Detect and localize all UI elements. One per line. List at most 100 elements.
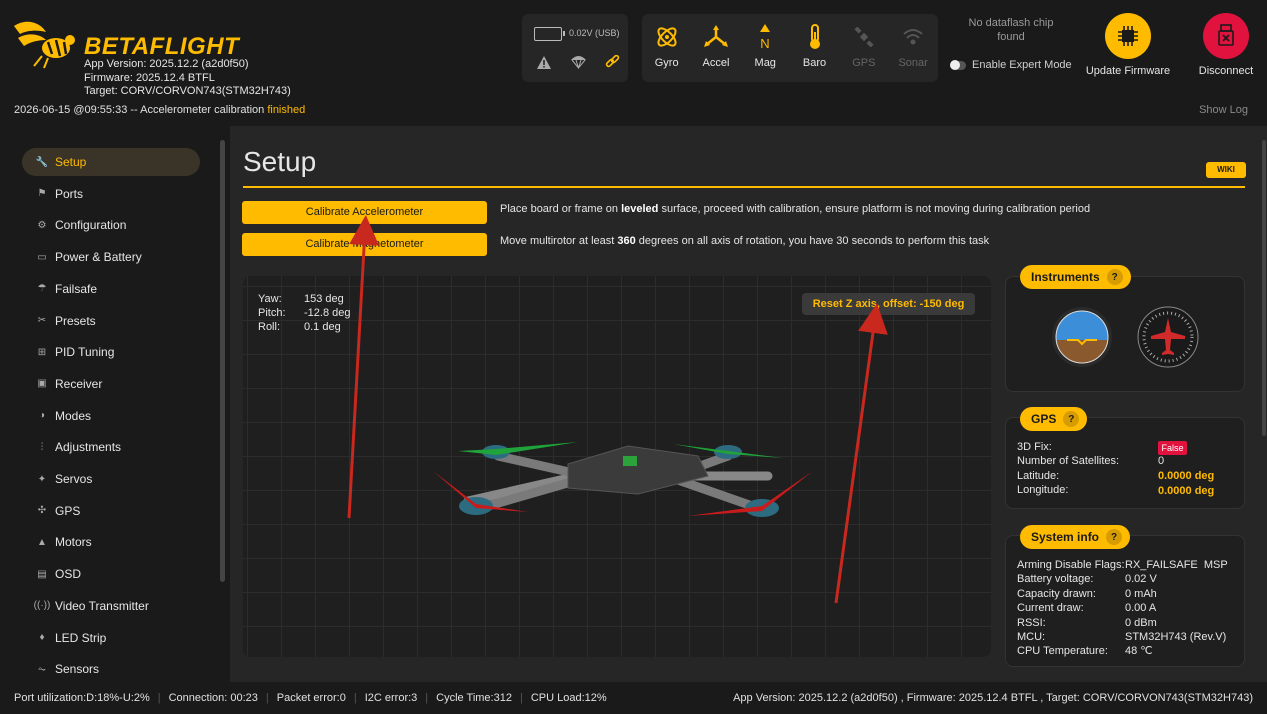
quadcopter-model — [433, 442, 813, 517]
sidebar-item-gps[interactable]: ✣ GPS — [22, 497, 200, 525]
adjustments-icon: ⫶ — [40, 441, 44, 453]
sidebar-item-setup[interactable]: 🔧 Setup — [22, 148, 200, 176]
receiver-icon: ▣ — [37, 378, 47, 390]
port-utilization: Port utilization:D:18%-U:2% — [14, 692, 150, 704]
battery-panel: 0.02V (USB) — [522, 14, 628, 82]
dataflash-status: No dataflash chip found — [968, 17, 1054, 43]
sidebar-item-failsafe[interactable]: ☂ Failsafe — [22, 275, 200, 303]
cycle-time: Cycle Time:312 — [436, 692, 512, 704]
sysinfo-label: MCU: — [1017, 631, 1046, 644]
yaw-value: 153 deg — [304, 293, 344, 305]
vtx-icon: ((·)) — [33, 600, 51, 612]
reset-z-axis-button[interactable]: Reset Z axis, offset: -150 deg — [802, 293, 975, 315]
help-icon[interactable]: ? — [1106, 269, 1123, 285]
sidebar-item-label: LED Strip — [55, 630, 107, 645]
sidebar-item-adjustments[interactable]: ⫶ Adjustments — [22, 433, 200, 461]
update-firmware-label: Update Firmware — [1085, 65, 1171, 77]
wiki-button[interactable]: WIKI — [1206, 162, 1246, 178]
gear-icon: ⚙ — [37, 219, 47, 231]
i2c-error: I2C error:3 — [364, 692, 418, 704]
accel-icon — [691, 24, 740, 50]
gps-longitude-value: 0.0000 deg — [1158, 485, 1215, 497]
sensor-baro: Baro — [790, 14, 839, 82]
roll-row: Roll: 0.1 deg — [258, 321, 341, 333]
sysinfo-value: 48 ℃ — [1125, 645, 1153, 658]
sidebar-item-label: Servos — [55, 472, 93, 486]
sidebar-item-label: PID Tuning — [55, 345, 115, 360]
page-title: Setup — [243, 146, 317, 177]
sidebar-item-label: GPS — [55, 503, 81, 518]
disconnect-label: Disconnect — [1198, 65, 1254, 77]
sidebar-item-pid-tuning[interactable]: ⊞ PID Tuning — [22, 338, 200, 366]
sensor-gyro: Gyro — [642, 14, 691, 82]
mag-icon: N — [741, 24, 790, 50]
accel-calibration-description: Place board or frame on leveled surface,… — [500, 203, 1091, 215]
sidebar-item-presets[interactable]: ✂ Presets — [22, 307, 200, 335]
sensor-sonar-label: Sonar — [898, 57, 928, 69]
sidebar-item-servos[interactable]: ✦ Servos — [22, 465, 200, 493]
presets-icon: ✂ — [37, 315, 47, 326]
sidebar-item-label: Power & Battery — [55, 250, 142, 265]
attitude-indicator — [1052, 307, 1112, 367]
disconnect-button[interactable]: Disconnect — [1192, 13, 1260, 79]
battery-icon — [534, 27, 565, 41]
osd-icon: ▤ — [37, 568, 47, 580]
chip-icon — [1105, 13, 1151, 59]
sysinfo-value: 0 mAh — [1125, 587, 1157, 600]
warning-icon — [536, 54, 552, 70]
sensor-baro-label: Baro — [802, 57, 827, 69]
sidebar-item-label: OSD — [55, 567, 82, 582]
calibrate-magnetometer-button[interactable]: Calibrate Magnetometer — [242, 233, 487, 256]
motor-icon: ▲ — [37, 536, 47, 548]
title-divider — [243, 186, 1245, 188]
heading-indicator — [1137, 306, 1199, 368]
baro-icon — [790, 24, 839, 50]
bee-logo-icon — [14, 21, 75, 69]
sidebar-scrollbar[interactable] — [220, 140, 225, 582]
sidebar-item-ports[interactable]: ⚑ Ports — [22, 180, 200, 208]
content-scrollbar[interactable] — [1262, 140, 1266, 436]
sidebar-item-label: Sensors — [55, 662, 100, 677]
pitch-value: -12.8 deg — [304, 307, 351, 319]
app-version: App Version: 2025.12.2 (a2d0f50) — [84, 58, 249, 70]
sensor-mag: N Mag — [741, 14, 790, 82]
help-icon[interactable]: ? — [1063, 411, 1080, 427]
battery-icon: ▭ — [37, 251, 47, 263]
sidebar-item-label: Configuration — [55, 218, 127, 233]
sidebar-item-osd[interactable]: ▤ OSD — [22, 560, 200, 588]
sidebar-item-receiver[interactable]: ▣ Receiver — [22, 370, 200, 398]
satellite-icon: ✣ — [37, 505, 47, 517]
sidebar-item-label: Setup — [55, 155, 87, 169]
show-log-link[interactable]: Show Log — [1199, 104, 1248, 116]
sidebar-item-video-transmitter[interactable]: ((·)) Video Transmitter — [22, 592, 200, 620]
betaflight-wordmark: BETAFLIGHT — [84, 33, 240, 60]
sidebar-item-sensors[interactable]: ⏦ Sensors — [22, 655, 200, 682]
sysinfo-value: STM32H743 (Rev.V) — [1125, 631, 1227, 644]
sidebar-item-label: Receiver — [55, 376, 103, 391]
sysinfo-value: 0.02 V — [1125, 573, 1157, 586]
servos-icon: ✦ — [37, 473, 47, 485]
sysinfo-label: Capacity drawn: — [1017, 587, 1096, 600]
gps-satellites-value: 0 — [1158, 455, 1165, 467]
gps-latitude-value: 0.0000 deg — [1158, 470, 1215, 482]
sidebar-item-modes[interactable]: ◑ Modes — [22, 402, 200, 430]
sidebar-item-label: Presets — [55, 313, 96, 328]
gps-labels: 3D Fix: Number of Satellites: Latitude: … — [1017, 441, 1120, 497]
sidebar-item-configuration[interactable]: ⚙ Configuration — [22, 211, 200, 239]
calibrate-accelerometer-button[interactable]: Calibrate Accelerometer — [242, 201, 487, 224]
expert-mode-switch[interactable] — [950, 59, 966, 70]
expert-mode-label: Enable Expert Mode — [972, 59, 1072, 71]
sysinfo-label: Current draw: — [1017, 602, 1084, 615]
sidebar-item-led-strip[interactable]: ♦ LED Strip — [22, 624, 200, 652]
sidebar-item-motors[interactable]: ▲ Motors — [22, 528, 200, 556]
model-view-panel[interactable]: Yaw: 153 deg Pitch: -12.8 deg Roll: 0.1 deg… — [243, 276, 991, 657]
sensor-accel-label: Accel — [702, 57, 730, 69]
expert-mode-toggle[interactable]: Enable Expert Mode — [950, 59, 1072, 71]
update-firmware-button[interactable]: Update Firmware — [1080, 13, 1176, 79]
sensor-gps: GPS — [839, 14, 888, 82]
sidebar-item-label: Modes — [55, 408, 92, 423]
help-icon[interactable]: ? — [1106, 529, 1123, 545]
ports-icon: ⚑ — [37, 188, 47, 200]
sidebar-item-power-battery[interactable]: ▭ Power & Battery — [22, 243, 200, 271]
sensor-status-panel: Gyro Accel N Mag Baro GPS Sonar — [642, 14, 938, 82]
